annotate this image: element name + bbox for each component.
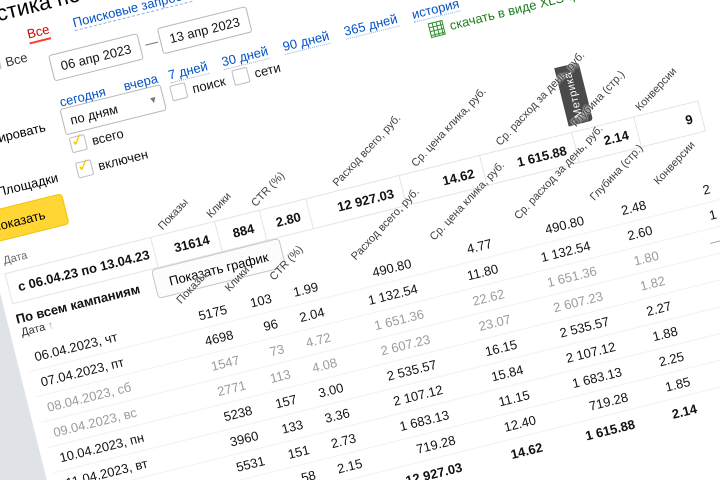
viewport: Статистика по всем кампаниям Все Поисков…	[0, 0, 720, 480]
scope-icon	[0, 58, 2, 71]
group-by-value: по дням	[68, 101, 120, 128]
stats-page: Статистика по всем кампаниям Все Поисков…	[0, 0, 720, 480]
